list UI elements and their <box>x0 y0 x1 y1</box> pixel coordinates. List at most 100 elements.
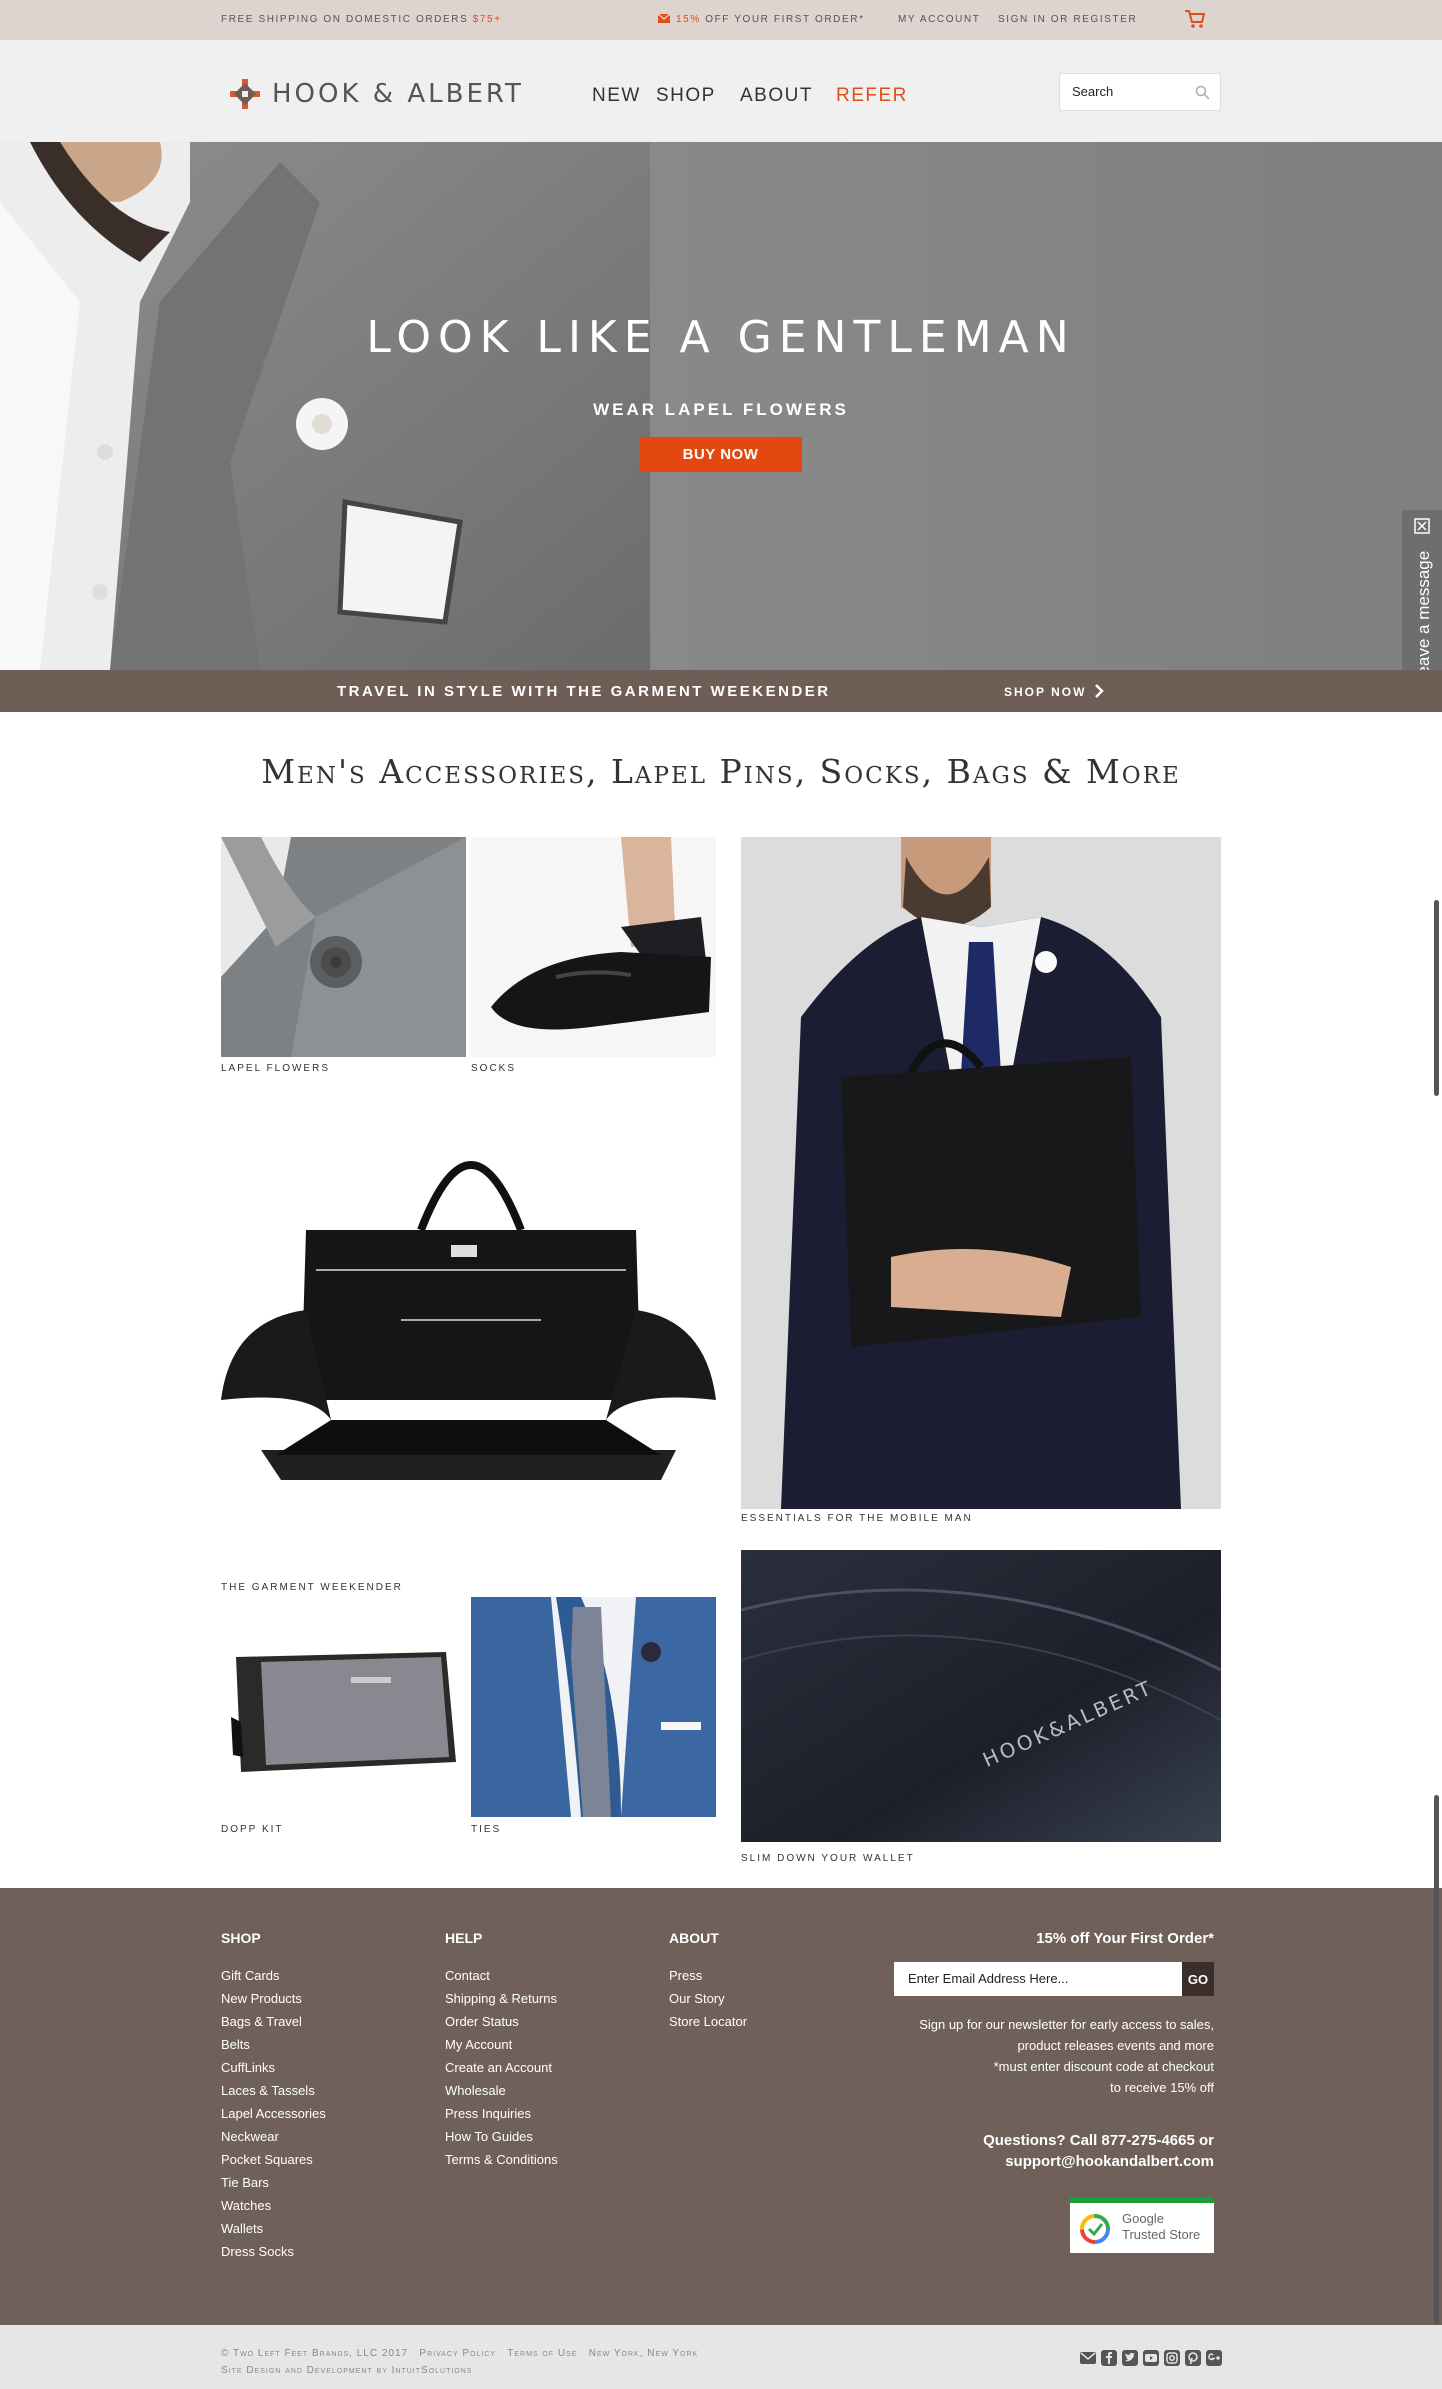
tile-socks[interactable] <box>471 837 716 1057</box>
search-icon[interactable] <box>1195 85 1210 100</box>
footer-link[interactable]: My Account <box>445 2037 558 2060</box>
ties-image <box>471 1597 716 1817</box>
section-title: Men's Accessories, Lapel Pins, Socks, Ba… <box>261 752 1181 791</box>
footer-link[interactable]: Store Locator <box>669 2014 747 2037</box>
instagram-icon[interactable] <box>1163 2349 1181 2367</box>
footer-link[interactable]: Watches <box>221 2198 326 2221</box>
nav-refer[interactable]: REFER <box>836 85 908 107</box>
facebook-icon[interactable] <box>1100 2349 1118 2367</box>
tile-dopp-kit[interactable] <box>221 1597 466 1817</box>
logo[interactable]: HOOK & ALBERT <box>228 76 524 112</box>
footer-link[interactable]: Neckwear <box>221 2129 326 2152</box>
nav-about[interactable]: ABOUT <box>740 85 813 107</box>
footer-link[interactable]: Press Inquiries <box>445 2106 558 2129</box>
bottom-legal-line: © Two Left Feet Brands, LLC 2017 Privacy… <box>221 2348 698 2359</box>
twitter-icon[interactable] <box>1121 2349 1139 2367</box>
first-order-offer[interactable]: 15% off your first order* <box>658 14 865 25</box>
footer-link[interactable]: Pocket Squares <box>221 2152 326 2175</box>
chevron-right-icon[interactable] <box>1094 684 1104 698</box>
tile-garment-weekender[interactable] <box>221 1120 716 1500</box>
footer-link[interactable]: Terms & Conditions <box>445 2152 558 2175</box>
footer-link[interactable]: Wallets <box>221 2221 326 2244</box>
promo-band[interactable]: Travel in style with the Garment Weekend… <box>0 670 1442 712</box>
tile-label-socks[interactable]: Socks <box>471 1063 516 1074</box>
envelope-icon <box>658 14 670 23</box>
footer-shop-links: Gift Cards New Products Bags & Travel Be… <box>221 1968 326 2267</box>
footer-link[interactable]: Dress Socks <box>221 2244 326 2267</box>
footer-link[interactable]: CuffLinks <box>221 2060 326 2083</box>
contact-email-link[interactable]: support@hookandalbert.com <box>983 2151 1214 2172</box>
tile-ties[interactable] <box>471 1597 716 1817</box>
tile-label-essentials[interactable]: Essentials for the Mobile Man <box>741 1513 973 1524</box>
newsletter-offer-title: 15% off Your First Order* <box>1036 1930 1214 1947</box>
tile-label-ties[interactable]: Ties <box>471 1824 501 1835</box>
tile-wallet[interactable]: HOOK&ALBERT <box>741 1550 1221 1842</box>
contact-phone: Questions? Call 877-275-4665 or <box>983 2132 1214 2149</box>
close-icon[interactable] <box>1414 518 1430 534</box>
nav-new[interactable]: NEW <box>592 85 641 107</box>
essentials-image <box>741 837 1221 1509</box>
hero-banner[interactable]: Look Like A Gentleman Wear Lapel Flowers… <box>0 142 1442 670</box>
buy-now-button[interactable]: BUY NOW <box>639 437 802 472</box>
footer-link[interactable]: Contact <box>445 1968 558 1991</box>
privacy-policy-link[interactable]: Privacy Policy <box>419 2348 496 2359</box>
footer-link[interactable]: Order Status <box>445 2014 558 2037</box>
cart-icon[interactable] <box>1184 9 1206 29</box>
bottom-bar: © Two Left Feet Brands, LLC 2017 Privacy… <box>0 2325 1442 2389</box>
tile-label-wallet[interactable]: Slim Down Your Wallet <box>741 1853 915 1864</box>
badge-text: Google Trusted Store <box>1122 2211 1200 2243</box>
my-account-link[interactable]: My Account <box>898 14 981 25</box>
youtube-icon[interactable] <box>1142 2349 1160 2367</box>
footer-link[interactable]: Belts <box>221 2037 326 2060</box>
tile-label-garment-weekender[interactable]: The Garment Weekender <box>221 1582 403 1593</box>
tile-essentials[interactable] <box>741 837 1221 1509</box>
site-footer: Shop Gift Cards New Products Bags & Trav… <box>0 1888 1442 2325</box>
footer-link[interactable]: How To Guides <box>445 2129 558 2152</box>
footer-link[interactable]: Wholesale <box>445 2083 558 2106</box>
copyright: © Two Left Feet Brands, LLC 2017 <box>221 2348 409 2359</box>
newsletter-email-box <box>894 1962 1214 1996</box>
contact-info: Questions? Call 877-275-4665 or support@… <box>983 2130 1214 2172</box>
footer-link[interactable]: Create an Account <box>445 2060 558 2083</box>
sign-in-register-link[interactable]: Sign in or Register <box>998 14 1137 25</box>
badge-line: Google <box>1122 2211 1164 2226</box>
footer-link[interactable]: Shipping & Returns <box>445 1991 558 2014</box>
google-trusted-store-badge[interactable]: Google Trusted Store <box>1070 2197 1214 2253</box>
promo-bar: Free shipping on domestic orders $75+ 15… <box>0 0 1442 40</box>
terms-of-use-link[interactable]: Terms of Use <box>507 2348 577 2359</box>
newsletter-email-input[interactable] <box>908 1971 1168 1986</box>
newsletter-go-button[interactable]: GO <box>1182 1962 1214 1996</box>
scrollbar-thumb-secondary[interactable] <box>1434 1795 1439 2325</box>
footer-about-heading: About <box>669 1930 719 1946</box>
newsletter-signup-text: Sign up for our newsletter for early acc… <box>884 2014 1214 2098</box>
footer-link[interactable]: Gift Cards <box>221 1968 326 1991</box>
hero-subtitle: Wear Lapel Flowers <box>593 400 849 419</box>
nav-shop[interactable]: SHOP <box>656 85 716 107</box>
search-box <box>1059 73 1221 111</box>
footer-link[interactable]: Tie Bars <box>221 2175 326 2198</box>
footer-link[interactable]: Laces & Tassels <box>221 2083 326 2106</box>
footer-link[interactable]: Press <box>669 1968 747 1991</box>
footer-help-links: Contact Shipping & Returns Order Status … <box>445 1968 558 2175</box>
location: New York, New York <box>588 2348 699 2359</box>
signup-line: to receive 15% off <box>1110 2080 1214 2095</box>
site-credit[interactable]: Site Design and Development by IntuitSol… <box>221 2365 472 2376</box>
signup-line: Sign up for our newsletter for early acc… <box>919 2017 1214 2032</box>
pinterest-icon[interactable] <box>1184 2349 1202 2367</box>
garment-weekender-image <box>221 1120 716 1500</box>
google-plus-icon[interactable] <box>1205 2349 1223 2367</box>
shop-now-link[interactable]: Shop Now <box>1004 685 1086 699</box>
hero-title: Look Like A Gentleman <box>366 312 1076 363</box>
footer-link[interactable]: Lapel Accessories <box>221 2106 326 2129</box>
footer-link[interactable]: Bags & Travel <box>221 2014 326 2037</box>
search-input[interactable] <box>1072 84 1192 99</box>
email-icon[interactable] <box>1079 2349 1097 2367</box>
signup-line: product releases events and more <box>1017 2038 1214 2053</box>
scrollbar-thumb[interactable] <box>1434 900 1439 1096</box>
footer-link[interactable]: Our Story <box>669 1991 747 2014</box>
tile-label-dopp-kit[interactable]: Dopp Kit <box>221 1824 284 1835</box>
tile-label-lapel-flowers[interactable]: Lapel Flowers <box>221 1063 330 1074</box>
leave-message-tab[interactable]: Leave a message <box>1402 510 1442 696</box>
footer-link[interactable]: New Products <box>221 1991 326 2014</box>
tile-lapel-flowers[interactable] <box>221 837 466 1057</box>
